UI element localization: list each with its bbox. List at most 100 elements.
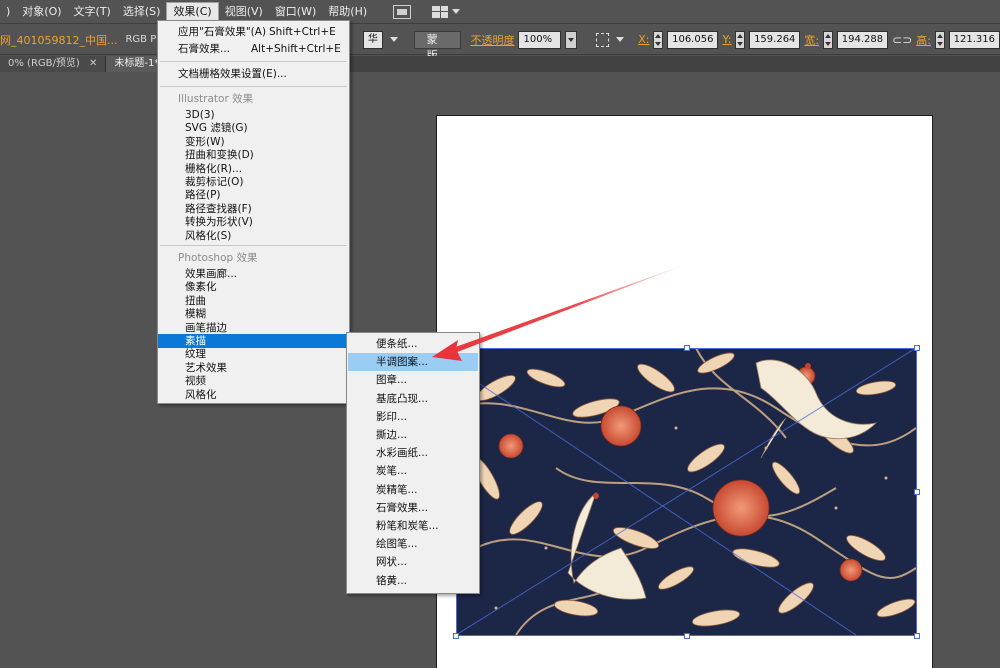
menu-item-illustrator-effect[interactable]: 裁剪标记(O) (158, 175, 349, 189)
submenu-item-sketch-filter[interactable]: 撕边... (348, 426, 478, 444)
menu-item-photoshop-effect[interactable]: 素描 (158, 334, 349, 348)
menu-edit-fragment[interactable]: ) (0, 0, 16, 24)
menu-item-label: 风格化 (185, 388, 217, 401)
submenu-item-sketch-filter[interactable]: 铬黄... (348, 572, 478, 590)
menu-item-label: 栅格化(R)... (185, 162, 243, 175)
submenu-item-label: 影印... (376, 410, 408, 423)
height-stepper[interactable] (934, 30, 945, 49)
menu-item-apply-last-effect[interactable]: 应用"石膏效果"(A) Shift+Ctrl+E (158, 24, 349, 41)
opacity-dropdown-arrow[interactable] (564, 30, 577, 49)
sketch-submenu: 便条纸... 半调图案... 图章... 基底凸现... 影印... 撕边... 水彩画纸.… (346, 332, 480, 594)
menu-item-label: 3D(3) (185, 109, 215, 121)
mask-button[interactable]: 蒙版 (413, 30, 461, 62)
width-input[interactable]: 194.288 (836, 30, 889, 49)
submenu-item-sketch-filter[interactable]: 石膏效果... (348, 499, 478, 517)
submenu-item-label: 炭笔... (376, 465, 408, 478)
menu-separator (160, 86, 347, 87)
menu-item-label: 扭曲 (185, 294, 206, 307)
submenu-item-sketch-filter[interactable]: 绘图笔... (348, 535, 478, 553)
y-input[interactable]: 159.264 (749, 30, 801, 49)
menu-item-illustrator-effect[interactable]: 3D(3) (158, 108, 349, 122)
menu-bar: ) 对象(O) 文字(T) 选择(S) 效果(C) 视图(V) 窗口(W) 帮助… (0, 0, 1000, 24)
menu-item-label: SVG 滤镜(G) (185, 122, 248, 135)
submenu-item-sketch-filter[interactable]: 影印... (348, 408, 478, 426)
submenu-item-label: 炭精笔... (376, 483, 418, 496)
submenu-item-sketch-filter[interactable]: 基底凸现... (348, 390, 478, 408)
menu-item-photoshop-effect[interactable]: 扭曲 (158, 294, 349, 308)
menu-item-photoshop-effect[interactable]: 艺术效果 (158, 361, 349, 375)
y-stepper[interactable] (735, 30, 746, 49)
width-label: 宽: (804, 33, 820, 47)
menu-item-label: 路径(P) (185, 189, 221, 202)
menu-separator (160, 61, 347, 62)
menu-effect[interactable]: 效果(C) (166, 2, 219, 22)
chevron-down-icon[interactable] (452, 9, 461, 14)
menu-item-label: 模糊 (185, 308, 206, 321)
menu-item-photoshop-effect[interactable]: 风格化 (158, 388, 349, 402)
submenu-item-label: 绘图笔... (376, 538, 418, 551)
menu-item-label: 素描 (185, 335, 206, 347)
opacity-label[interactable]: 不透明度 (470, 32, 514, 48)
linked-file-name[interactable]: 网_401059812_中国... (0, 32, 117, 48)
menu-item-label: 风格化(S) (185, 229, 232, 242)
menu-item-illustrator-effect[interactable]: 栅格化(R)... (158, 162, 349, 176)
submenu-item-label: 网状... (376, 556, 408, 569)
style-select[interactable]: 华 (362, 30, 383, 49)
chevron-down-icon[interactable] (616, 37, 625, 42)
menu-item-photoshop-effect[interactable]: 视频 (158, 374, 349, 388)
submenu-item-sketch-filter[interactable]: 炭笔... (348, 462, 478, 480)
submenu-item-label: 粉笔和炭笔... (376, 520, 439, 532)
menu-item-illustrator-effect[interactable]: 路径查找器(F) (158, 202, 349, 216)
menu-item-label: 变形(W) (185, 135, 225, 148)
close-icon[interactable]: ✕ (89, 58, 97, 69)
width-stepper[interactable] (823, 30, 833, 49)
submenu-item-label: 撕边... (376, 429, 408, 441)
menu-type[interactable]: 文字(T) (68, 0, 117, 24)
menu-item-photoshop-effect[interactable]: 画笔描边 (158, 321, 349, 335)
x-stepper[interactable] (653, 30, 664, 49)
height-input[interactable]: 121.316 (948, 30, 1000, 49)
floral-crane-artwork[interactable] (456, 348, 916, 635)
menu-item-photoshop-effect[interactable]: 模糊 (158, 307, 349, 321)
menu-item-label: 效果画廊... (185, 268, 238, 280)
submenu-item-label: 图章... (376, 374, 408, 387)
opacity-input[interactable]: 100% (518, 30, 561, 49)
menu-item-label: 像素化 (185, 281, 217, 294)
chevron-down-icon[interactable] (389, 37, 398, 42)
submenu-item-sketch-filter[interactable]: 炭精笔... (348, 481, 478, 499)
menu-item-illustrator-effect[interactable]: 风格化(S) (158, 229, 349, 243)
menu-item-label: 扭曲和变换(D) (185, 149, 254, 162)
height-label: 高: (916, 33, 931, 47)
submenu-item-label: 基底凸现... (376, 392, 429, 405)
menu-item-label: 裁剪标记(O) (185, 176, 244, 188)
tab-document-1[interactable]: 0% (RGB/预览) ✕ (0, 56, 107, 72)
menu-item-photoshop-effect[interactable]: 像素化 (158, 280, 349, 294)
submenu-item-sketch-filter[interactable]: 图章... (348, 371, 478, 389)
arrange-documents-icon[interactable] (431, 5, 449, 19)
menu-item-illustrator-effect[interactable]: 转换为形状(V) (158, 215, 349, 229)
screen-mode-icon[interactable] (393, 4, 412, 19)
submenu-item-sketch-filter[interactable]: 水彩画纸... (348, 444, 478, 462)
submenu-item-sketch-filter[interactable]: 粉笔和炭笔... (348, 517, 478, 535)
menu-item-label: 画笔描边 (185, 321, 227, 334)
submenu-item-sketch-filter[interactable]: 便条纸... (348, 335, 478, 353)
menu-item-label: 艺术效果 (185, 361, 227, 374)
y-label: Y: (722, 33, 732, 46)
menu-item-illustrator-effect[interactable]: 路径(P) (158, 188, 349, 202)
menu-item-photoshop-effect[interactable]: 纹理 (158, 347, 349, 361)
menu-item-illustrator-effect[interactable]: 变形(W) (158, 135, 349, 149)
constrain-proportions-icon[interactable]: ⊂⊃ (892, 33, 912, 47)
reference-point-icon[interactable] (596, 32, 610, 47)
menu-item-photoshop-effect[interactable]: 效果画廊... (158, 267, 349, 281)
submenu-item-label: 石膏效果... (376, 501, 429, 514)
submenu-item-label: 铬黄... (376, 574, 408, 587)
effect-menu: 应用"石膏效果"(A) Shift+Ctrl+E 石膏效果... Alt+Shi… (157, 20, 350, 404)
menu-item-last-effect[interactable]: 石膏效果... Alt+Shift+Ctrl+E (158, 41, 349, 58)
x-input[interactable]: 106.056 (667, 30, 719, 49)
submenu-item-sketch-filter[interactable]: 网状... (348, 553, 478, 571)
menu-item-document-raster-settings[interactable]: 文档栅格效果设置(E)... (158, 66, 349, 83)
submenu-item-sketch-filter[interactable]: 半调图案... (348, 353, 478, 372)
menu-item-illustrator-effect[interactable]: SVG 滤镜(G) (158, 121, 349, 135)
menu-object[interactable]: 对象(O) (16, 0, 67, 24)
menu-item-illustrator-effect[interactable]: 扭曲和变换(D) (158, 148, 349, 162)
